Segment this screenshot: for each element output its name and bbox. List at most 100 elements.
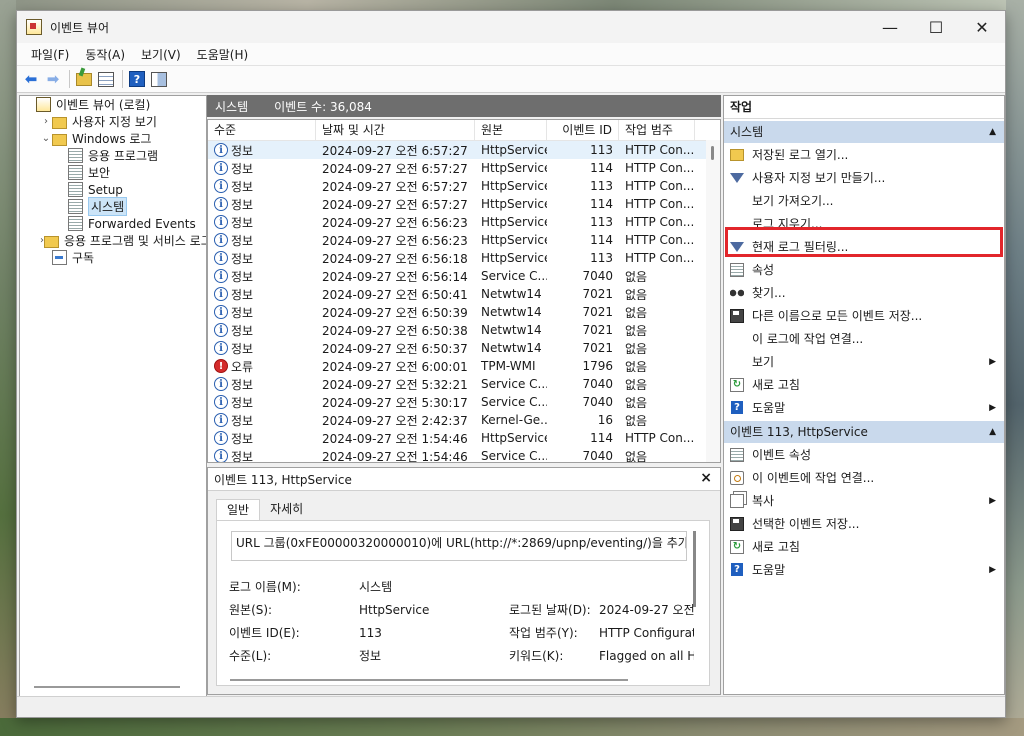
event-level-label: 정보 [231, 413, 254, 428]
event-message[interactable]: URL 그룹(0xFE00000320000010)에 URL(http://*… [231, 531, 687, 561]
tree-item[interactable]: 응용 프로그램 [20, 147, 206, 164]
scrollbar-thumb[interactable] [711, 146, 714, 160]
close-button[interactable]: ✕ [959, 11, 1005, 43]
help-button[interactable]: ? [127, 69, 147, 89]
action-item[interactable]: 보기 ▶ [724, 350, 1004, 373]
actions-section-event[interactable]: 이벤트 113, HttpService ▲ [724, 421, 1004, 443]
column-level[interactable]: 수준 [208, 120, 316, 140]
tree-item[interactable]: 시스템 [20, 197, 206, 216]
info-icon: i [214, 413, 228, 427]
tree-item[interactable]: Forwarded Events [20, 215, 206, 232]
event-id: 1796 [582, 359, 613, 373]
collapse-caret-icon[interactable]: ▲ [989, 121, 996, 143]
refresh-icon: ↻ [730, 377, 744, 392]
action-item[interactable]: ↻ 새로 고침 [724, 535, 1004, 558]
column-source[interactable]: 원본 [475, 120, 547, 140]
event-row[interactable]: i 정보 2024-09-27 오전 6:57:27 HttpService 114 HT… [208, 159, 720, 177]
tree-item[interactable]: 구독 [20, 249, 206, 266]
event-row[interactable]: i 정보 2024-09-27 오전 6:50:37 Netwtw14 7021 없음 [208, 339, 720, 357]
expand-chevron-icon[interactable]: › [40, 116, 52, 127]
property-value: Flagged on all HT [599, 648, 694, 663]
event-row[interactable]: i 정보 2024-09-27 오전 6:57:27 HttpService 113 HT… [208, 177, 720, 195]
tree-item-label: 응용 프로그램 [88, 149, 159, 163]
tree-item[interactable]: Setup [20, 181, 206, 198]
event-row[interactable]: ! 오류 2024-09-27 오전 6:00:01 TPM-WMI 1796 없음 [208, 357, 720, 375]
action-item[interactable]: ? 도움말 ▶ [724, 558, 1004, 581]
menu-view[interactable]: 보기(V) [133, 46, 189, 63]
collapse-caret-icon[interactable]: ▲ [989, 421, 996, 443]
tree-horizontal-scrollbar[interactable] [34, 686, 180, 688]
event-row[interactable]: i 정보 2024-09-27 오전 6:56:14 Service C... 7040… [208, 267, 720, 285]
event-row[interactable]: i 정보 2024-09-27 오전 6:50:38 Netwtw14 7021 없음 [208, 321, 720, 339]
event-id: 113 [590, 179, 613, 193]
action-item[interactable]: 저장된 로그 열기... [724, 143, 1004, 166]
action-item[interactable]: ? 도움말 ▶ [724, 396, 1004, 419]
event-source: Netwtw14 [481, 305, 542, 319]
column-task-category[interactable]: 작업 범주 [619, 120, 695, 140]
event-level: i 정보 [208, 214, 316, 231]
show-hide-console-tree-button[interactable] [96, 69, 116, 89]
event-row[interactable]: i 정보 2024-09-27 오전 6:50:41 Netwtw14 7021 없음 [208, 285, 720, 303]
action-item[interactable]: 다른 이름으로 모든 이벤트 저장... [724, 304, 1004, 327]
tree-item[interactable]: › 응용 프로그램 및 서비스 로그 [20, 232, 206, 249]
tree-item[interactable]: › 사용자 지정 보기 [20, 113, 206, 130]
event-level-label: 정보 [231, 449, 254, 463]
action-item[interactable]: ↻ 새로 고침 [724, 373, 1004, 396]
title-bar[interactable]: 이벤트 뷰어 — ☐ ✕ [17, 11, 1005, 43]
event-row[interactable]: i 정보 2024-09-27 오전 1:54:46 Service C... 7040… [208, 447, 720, 463]
event-level: i 정보 [208, 394, 316, 411]
detail-horizontal-scrollbar[interactable] [230, 679, 628, 681]
action-label: 속성 [752, 263, 775, 277]
event-row[interactable]: i 정보 2024-09-27 오전 6:56:18 HttpService 113 HT… [208, 249, 720, 267]
tree-item[interactable]: 이벤트 뷰어 (로컬) [20, 96, 206, 113]
tree-item[interactable]: ⌄ Windows 로그 [20, 130, 206, 147]
event-row[interactable]: i 정보 2024-09-27 오전 1:54:46 HttpService 114 HT… [208, 429, 720, 447]
event-level-label: 정보 [231, 431, 254, 446]
expand-chevron-icon[interactable]: ⌄ [40, 133, 52, 144]
menu-help[interactable]: 도움말(H) [189, 46, 257, 63]
up-one-level-button[interactable] [74, 69, 94, 89]
maximize-button[interactable]: ☐ [913, 11, 959, 43]
action-item[interactable]: 선택한 이벤트 저장... [724, 512, 1004, 535]
menu-file[interactable]: 파일(F) [23, 46, 77, 63]
event-row[interactable]: i 정보 2024-09-27 오전 6:50:39 Netwtw14 7021 없음 [208, 303, 720, 321]
column-event-id[interactable]: 이벤트 ID [547, 120, 619, 140]
action-item[interactable]: 보기 가져오기... [724, 189, 1004, 212]
event-row[interactable]: i 정보 2024-09-27 오전 5:32:21 Service C... 7040… [208, 375, 720, 393]
event-source: HttpService [481, 143, 547, 157]
show-hide-action-pane-button[interactable] [149, 69, 169, 89]
action-item[interactable]: 이 이벤트에 작업 연결... [724, 466, 1004, 489]
action-item[interactable]: 찾기... [724, 281, 1004, 304]
tree-item[interactable]: 보안 [20, 164, 206, 181]
actions-section-log[interactable]: 시스템 ▲ [724, 121, 1004, 143]
action-label: 선택한 이벤트 저장... [752, 517, 860, 531]
event-row[interactable]: i 정보 2024-09-27 오전 2:42:37 Kernel-Ge... 16 없음 [208, 411, 720, 429]
properties-icon-holder [730, 262, 744, 277]
event-source: TPM-WMI [481, 359, 536, 373]
back-button[interactable]: ⬅ [21, 69, 41, 89]
submenu-arrow-icon: ▶ [989, 402, 996, 413]
action-item[interactable]: 사용자 지정 보기 만들기... [724, 166, 1004, 189]
action-label: 다른 이름으로 모든 이벤트 저장... [752, 309, 923, 323]
minimize-button[interactable]: — [867, 11, 913, 43]
menu-action[interactable]: 동작(A) [77, 46, 133, 63]
action-item[interactable]: 복사 ▶ [724, 489, 1004, 512]
detail-close-icon[interactable]: × [700, 470, 712, 486]
action-item[interactable]: 속성 [724, 258, 1004, 281]
event-task-category: HTTP Con... [625, 431, 695, 445]
column-date-time[interactable]: 날짜 및 시간 [316, 120, 475, 140]
action-item[interactable]: 이 로그에 작업 연결... [724, 327, 1004, 350]
forward-button[interactable]: ➡ [43, 69, 63, 89]
event-row[interactable]: i 정보 2024-09-27 오전 6:56:23 HttpService 114 HT… [208, 231, 720, 249]
tab-details[interactable]: 자세히 [260, 499, 313, 519]
event-row[interactable]: i 정보 2024-09-27 오전 6:57:27 HttpService 113 HT… [208, 141, 720, 159]
help-icon-holder: ? [730, 563, 744, 577]
tab-general[interactable]: 일반 [216, 499, 261, 520]
event-task-category: 없음 [625, 287, 648, 302]
event-row[interactable]: i 정보 2024-09-27 오전 6:56:23 HttpService 113 HT… [208, 213, 720, 231]
event-row[interactable]: i 정보 2024-09-27 오전 6:57:27 HttpService 114 HT… [208, 195, 720, 213]
event-level-label: 정보 [231, 341, 254, 356]
action-item[interactable]: 이벤트 속성 [724, 443, 1004, 466]
event-list-scrollbar[interactable] [706, 140, 720, 462]
event-row[interactable]: i 정보 2024-09-27 오전 5:30:17 Service C... 7040… [208, 393, 720, 411]
